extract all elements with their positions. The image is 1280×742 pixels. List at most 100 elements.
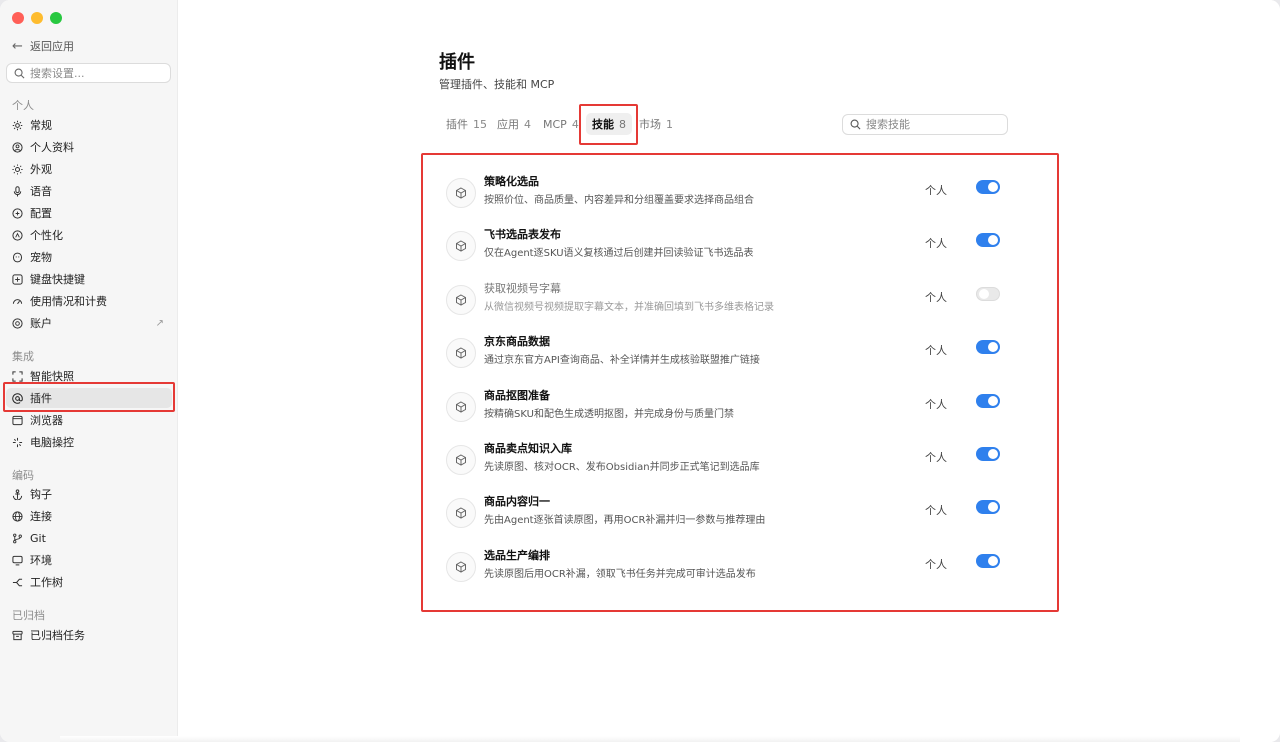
cube-icon: [446, 231, 476, 261]
skill-search-input[interactable]: [866, 118, 996, 131]
skill-name: 商品内容归一: [484, 495, 550, 508]
sidebar-item-label: 账户: [30, 317, 52, 330]
skill-description: 按照价位、商品质量、内容差异和分组覆盖要求选择商品组合: [484, 195, 754, 206]
tab-label: 插件: [446, 118, 468, 131]
window-bottom-edge: [60, 736, 1240, 742]
sidebar-item-label: 键盘快捷键: [30, 273, 85, 286]
skill-description: 先读原图后用OCR补漏，领取飞书任务并完成可审计选品发布: [484, 569, 756, 580]
sidebar-item-voice[interactable]: 语音: [6, 181, 172, 201]
skill-description: 先由Agent逐张首读原图，再用OCR补漏并归一参数与推荐理由: [484, 515, 766, 526]
skill-toggle[interactable]: [976, 554, 1000, 568]
sidebar-item-browser[interactable]: 浏览器: [6, 410, 172, 430]
gauge-icon: [12, 296, 23, 307]
skill-row[interactable]: 策略化选品 按照价位、商品质量、内容差异和分组覆盖要求选择商品组合 个人: [446, 173, 1006, 213]
keyboard-icon: [12, 273, 23, 285]
skill-scope: 个人: [925, 504, 947, 517]
settings-window: ← 返回应用 个人 常规 个人资料 外观 语音 配置: [0, 0, 1280, 742]
sidebar-item-label: 语音: [30, 185, 52, 198]
tab-mcp[interactable]: MCP 4: [537, 113, 585, 135]
page-title: 插件: [439, 52, 475, 73]
skill-name: 获取视频号字幕: [484, 282, 561, 295]
highlight-box-sidebar: [3, 382, 175, 412]
sidebar-item-git[interactable]: Git: [6, 528, 172, 548]
sidebar-item-profile[interactable]: 个人资料: [6, 137, 172, 157]
settings-search[interactable]: [6, 63, 171, 83]
skill-toggle[interactable]: [976, 340, 1000, 354]
skill-row[interactable]: 商品抠图准备 按精确SKU和配色生成透明抠图，并完成身份与质量门禁 个人: [446, 387, 1006, 427]
tab-apps[interactable]: 应用 4: [491, 113, 537, 135]
minimize-window-button[interactable]: [31, 12, 43, 24]
skill-description: 先读原图、核对OCR、发布Obsidian并同步正式笔记到选品库: [484, 462, 760, 473]
zoom-window-button[interactable]: [50, 12, 62, 24]
sidebar-item-archived-tasks[interactable]: 已归档任务: [6, 625, 172, 645]
tab-count: 4: [571, 117, 579, 131]
skill-row[interactable]: 商品卖点知识入库 先读原图、核对OCR、发布Obsidian并同步正式笔记到选品库…: [446, 440, 1006, 480]
sidebar-item-label: 钩子: [30, 488, 52, 501]
group-label-personal: 个人: [12, 99, 34, 112]
tab-label: 市场: [639, 118, 661, 131]
tab-plugins[interactable]: 插件 15: [440, 113, 493, 135]
settings-search-input[interactable]: [30, 66, 160, 80]
skill-toggle[interactable]: [976, 394, 1000, 408]
sidebar-item-label: 连接: [30, 510, 52, 523]
sidebar-item-pet[interactable]: 宠物: [6, 247, 172, 267]
skill-name: 京东商品数据: [484, 335, 550, 348]
browser-icon: [12, 415, 23, 426]
skill-search[interactable]: [842, 114, 1008, 135]
sidebar-item-account[interactable]: 账户 ↗: [6, 313, 172, 333]
skill-name: 商品抠图准备: [484, 389, 550, 402]
sidebar-item-general[interactable]: 常规: [6, 115, 172, 135]
cube-icon: [446, 285, 476, 315]
window-controls: [12, 12, 62, 24]
tab-market[interactable]: 市场 1: [633, 113, 679, 135]
sidebar-item-label: 环境: [30, 554, 52, 567]
close-window-button[interactable]: [12, 12, 24, 24]
highlight-box-skill-list: [421, 153, 1059, 612]
skill-row[interactable]: 商品内容归一先由Agent逐张首读原图，再用OCR补漏并归一参数与推荐理由 个人: [446, 493, 1006, 533]
sidebar-item-shortcuts[interactable]: 键盘快捷键: [6, 269, 172, 289]
skill-toggle[interactable]: [976, 287, 1000, 301]
back-to-app-link[interactable]: ← 返回应用: [12, 38, 74, 54]
cube-icon: [446, 338, 476, 368]
sidebar-item-label: 配置: [30, 207, 52, 220]
skill-scope: 个人: [925, 237, 947, 250]
sidebar-item-usage[interactable]: 使用情况和计费: [6, 291, 172, 311]
skill-toggle[interactable]: [976, 180, 1000, 194]
sidebar-item-hooks[interactable]: 钩子: [6, 484, 172, 504]
search-icon: [850, 119, 861, 130]
user-circle-icon: [12, 141, 23, 153]
skill-toggle[interactable]: [976, 233, 1000, 247]
toggle-knob: [988, 556, 998, 566]
sidebar-item-appearance[interactable]: 外观: [6, 159, 172, 179]
sidebar-item-label: 电脑操控: [30, 436, 74, 449]
sidebar-item-env[interactable]: 环境: [6, 550, 172, 570]
skill-row[interactable]: 飞书选品表发布 仅在Agent逐SKU语义复核通过后创建并回读验证飞书选品表 个人: [446, 226, 1006, 266]
page-subtitle: 管理插件、技能和 MCP: [439, 78, 555, 91]
skill-row[interactable]: 获取视频号字幕 从微信视频号视频提取字幕文本，并准确回填到飞书多维表格记录 个人: [446, 280, 1006, 320]
monitor-icon: [12, 555, 23, 566]
skill-row[interactable]: 选品生产编排 先读原图后用OCR补漏，领取飞书任务并完成可审计选品发布 个人: [446, 547, 1006, 587]
cube-icon: [446, 498, 476, 528]
skill-name: 飞书选品表发布: [484, 228, 561, 241]
skill-toggle[interactable]: [976, 500, 1000, 514]
sidebar-item-label: 外观: [30, 163, 52, 176]
skill-row[interactable]: 京东商品数据 通过京东官方API查询商品、补全详情并生成核验联盟推广链接 个人: [446, 333, 1006, 373]
toggle-knob: [988, 342, 998, 352]
group-label-coding: 编码: [12, 469, 34, 482]
sidebar-item-connect[interactable]: 连接: [6, 506, 172, 526]
skill-toggle[interactable]: [976, 447, 1000, 461]
skill-description: 按精确SKU和配色生成透明抠图，并完成身份与质量门禁: [484, 409, 734, 420]
sidebar-item-computer[interactable]: 电脑操控: [6, 432, 172, 452]
sidebar-item-personalize[interactable]: 个性化: [6, 225, 172, 245]
sun-icon: [12, 163, 23, 175]
sidebar-item-worktree[interactable]: 工作树: [6, 572, 172, 592]
skill-name: 选品生产编排: [484, 549, 550, 562]
config-icon: [12, 207, 23, 219]
sidebar-item-label: Git: [30, 531, 46, 545]
sidebar-item-config[interactable]: 配置: [6, 203, 172, 223]
toggle-knob: [988, 396, 998, 406]
toggle-knob: [988, 182, 998, 192]
group-label-archived: 已归档: [12, 609, 45, 622]
snapshot-icon: [12, 370, 23, 382]
tab-label: 应用: [497, 118, 519, 131]
